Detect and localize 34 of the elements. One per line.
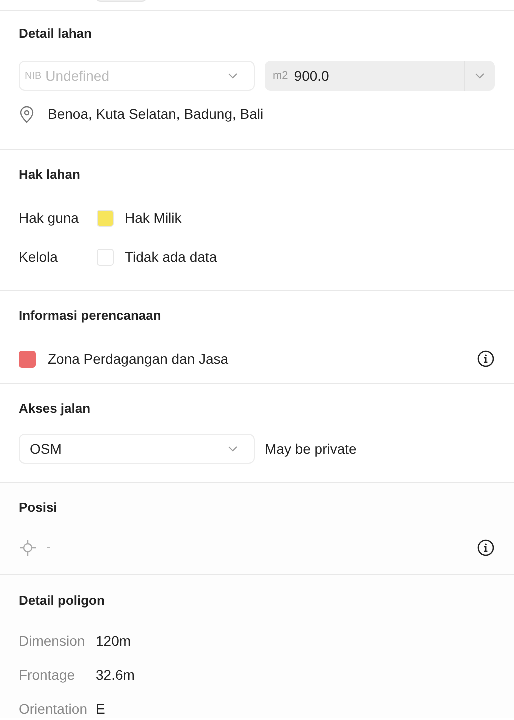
section-title: Detail lahan <box>19 26 93 42</box>
field-placeholder: Undefined <box>46 66 110 86</box>
road-source-select[interactable]: OSM <box>19 434 255 464</box>
section-title: Informasi perencanaan <box>19 308 162 324</box>
section-title: Posisi <box>19 500 58 516</box>
zone-label: Zona Perdagangan dan Jasa <box>48 350 230 369</box>
row-label: Kelola <box>19 248 59 267</box>
row-label: Orientation <box>19 700 88 719</box>
field-prefix: m2 <box>273 68 288 84</box>
area-select[interactable]: m2 900.0 <box>265 61 495 91</box>
info-icon[interactable] <box>477 539 495 557</box>
row-value: E <box>96 700 106 719</box>
info-icon[interactable] <box>477 350 495 368</box>
field-value: 900.0 <box>294 66 330 86</box>
select-value: OSM <box>30 440 63 458</box>
row-label: Dimension <box>19 632 86 651</box>
row-value: Hak Milik <box>125 209 182 228</box>
section-title: Detail poligon <box>19 593 106 609</box>
section-title: Akses jalan <box>19 401 92 417</box>
location-pin-icon <box>19 106 35 124</box>
row-value: Tidak ada data <box>125 248 218 267</box>
row-label: Hak guna <box>19 209 80 228</box>
chevron-down-icon <box>475 73 485 79</box>
row-value: 32.6m <box>96 666 135 685</box>
crosshair-icon <box>19 539 37 557</box>
position-value: - <box>47 540 52 556</box>
address-text: Benoa, Kuta Selatan, Badung, Bali <box>48 105 264 124</box>
field-prefix: NIB <box>25 70 42 84</box>
access-note: May be private <box>265 440 357 459</box>
row-value: 120m <box>96 632 132 651</box>
chevron-down-icon <box>228 446 238 452</box>
row-label: Frontage <box>19 666 76 685</box>
chevron-down-icon <box>228 73 238 79</box>
section-title: Hak lahan <box>19 167 82 183</box>
